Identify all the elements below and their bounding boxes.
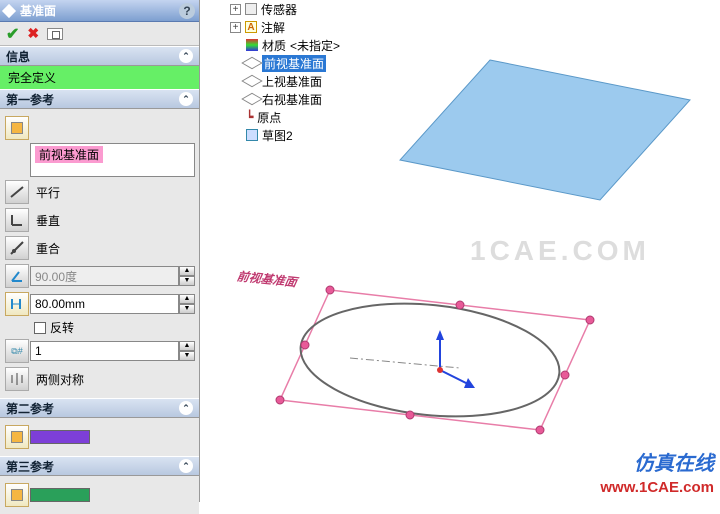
chevron-up-icon: ⌃ [179,49,193,63]
symmetric-icon[interactable] [5,367,29,391]
section-ref2[interactable]: 第二参考⌃ [0,398,199,418]
plane-icon [241,57,263,69]
chevron-up-icon: ⌃ [179,92,193,106]
parallel-label: 平行 [36,184,60,201]
plane-label-3d: 前视基准面 [235,269,301,289]
perpendicular-icon[interactable] [5,208,29,232]
url-label: www.1CAE.com [600,479,714,496]
section-info[interactable]: 信息⌃ [0,46,199,66]
angle-spinner: ▲▼ [179,266,195,286]
count-spinner[interactable]: ▲▼ [179,341,195,361]
plane-icon [241,75,263,87]
chevron-up-icon: ⌃ [179,401,193,415]
tree-node-right-plane[interactable]: 右视基准面 [210,90,370,108]
ref2-slot[interactable] [30,430,90,444]
section-ref3[interactable]: 第三参考⌃ [0,456,199,476]
tree-node-origin[interactable]: ┕原点 [210,108,370,126]
plane-title-icon [2,3,16,17]
panel-title: 基准面 ? [0,0,199,22]
tree-node-top-plane[interactable]: 上视基准面 [210,72,370,90]
cancel-button[interactable]: ✖ [27,25,39,42]
parallel-icon[interactable] [5,180,29,204]
property-panel: 基准面 ? ✔ ✖ 信息⌃ 完全定义 第一参考⌃ 前视基准面 平行 垂直 重合 … [0,0,200,502]
brand-label: 仿真在线 [634,447,714,476]
tree-node-sensor[interactable]: +传感器 [210,0,370,18]
flip-label: 反转 [50,319,74,336]
panel-commands: ✔ ✖ [0,22,199,46]
ref1-selection-box[interactable]: 前视基准面 [30,143,195,177]
centerline [350,358,460,368]
help-button[interactable]: ? [179,3,195,19]
count-input[interactable]: 1 [30,341,179,361]
ref3-selector-icon[interactable] [5,483,29,507]
distance-input[interactable]: 80.00mm [30,294,179,314]
coincident-icon[interactable] [5,236,29,260]
tree-node-front-plane[interactable]: 前视基准面 [210,54,370,72]
ref2-selector-icon[interactable] [5,425,29,449]
symmetric-label: 两侧对称 [36,371,84,388]
angle-input: 90.00度 [30,266,179,286]
tree-node-annotations[interactable]: +A注解 [210,18,370,36]
pin-button[interactable] [47,28,63,40]
handles [276,286,594,434]
sketch-plane-outline [280,290,590,430]
triad [436,330,475,388]
coincident-label: 重合 [36,240,60,257]
distance-spinner[interactable]: ▲▼ [179,294,195,314]
plane-icon [241,93,263,105]
angle-icon[interactable] [5,264,29,288]
ok-button[interactable]: ✔ [6,24,19,44]
blue-plane [400,60,690,200]
ref3-slot[interactable] [30,488,90,502]
face-selector-icon[interactable] [5,116,29,140]
tree-node-material[interactable]: 材质<未指定> [210,36,370,54]
count-icon[interactable]: ⧉# [5,339,29,363]
perpendicular-label: 垂直 [36,212,60,229]
tree-node-sketch2[interactable]: 草图2 [210,126,370,144]
flip-checkbox[interactable] [34,322,46,334]
fully-defined-status: 完全定义 [0,66,199,89]
section-ref1[interactable]: 第一参考⌃ [0,89,199,109]
feature-tree[interactable]: +传感器 +A注解 材质<未指定> 前视基准面 上视基准面 右视基准面 ┕原点 … [210,0,370,144]
distance-icon[interactable] [5,292,29,316]
chevron-up-icon: ⌃ [179,459,193,473]
